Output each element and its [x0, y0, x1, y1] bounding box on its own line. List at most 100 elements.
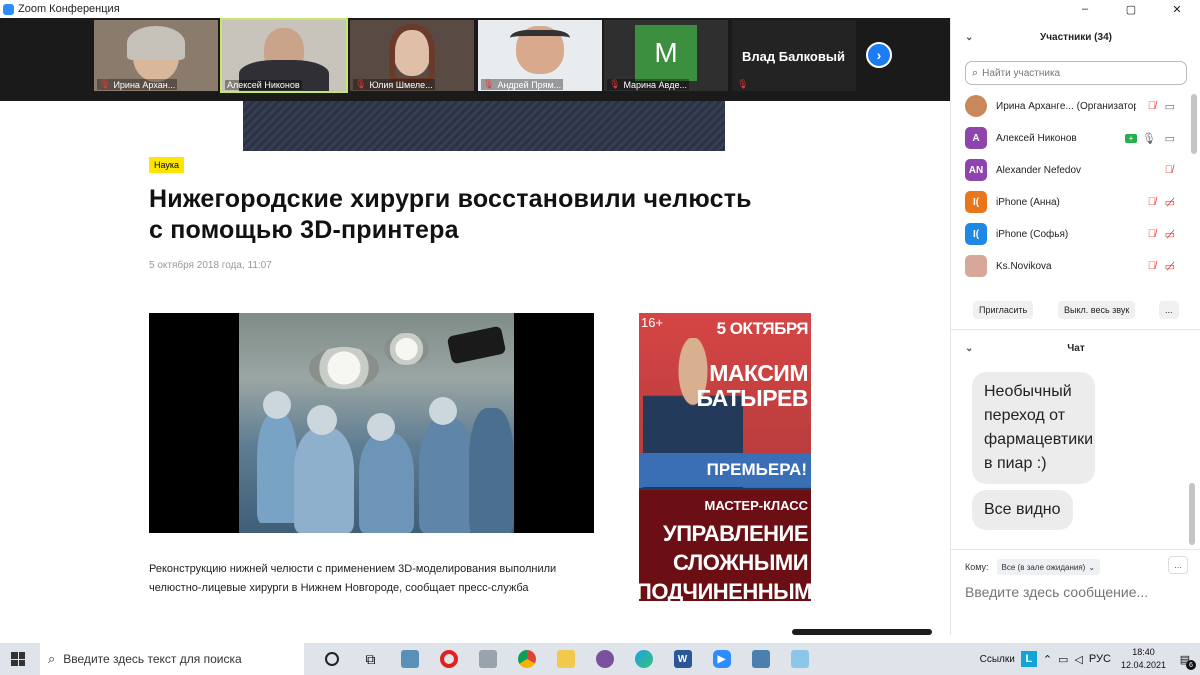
recipient-value: Все (в зале ожидания)	[1001, 562, 1086, 572]
maximize-button[interactable]: ▢	[1108, 0, 1154, 18]
video-tile[interactable]: 🎙 Ирина Архан...	[94, 20, 218, 91]
shared-screen: Наука Нижегородские хирурги восстановили…	[0, 101, 950, 635]
file-explorer-icon[interactable]	[546, 643, 585, 675]
participants-more-button[interactable]: ...	[1159, 301, 1179, 319]
surgeon-head	[307, 405, 337, 435]
tile-name-label: 🎙 Юлия Шмеле...	[353, 79, 435, 90]
camera-off-icon[interactable]: ▭̸	[1165, 228, 1175, 241]
paint-app-icon[interactable]	[780, 643, 819, 675]
dropdown-chevron-icon: ⌄	[1088, 562, 1096, 572]
scroll-thumb[interactable]	[1189, 483, 1195, 545]
participant-row[interactable]: AN Alexander Nefedov 🎙̸	[951, 154, 1187, 186]
invite-button[interactable]: Пригласить	[973, 301, 1034, 319]
chat-more-button[interactable]: ...	[1168, 556, 1188, 574]
participant-list: Ирина Архангe... (Организатор, я) 🎙̸ ▭ A…	[951, 90, 1187, 282]
mic-muted-icon[interactable]: 🎙̸	[1148, 196, 1156, 208]
mic-muted-icon[interactable]: 🎙̸	[1148, 260, 1156, 272]
participant-row[interactable]: Ирина Архангe... (Организатор, я) 🎙̸ ▭	[951, 90, 1187, 122]
search-icon: ⌕	[972, 66, 979, 79]
category-tag[interactable]: Наука	[149, 157, 185, 173]
chat-title: Чат	[1067, 342, 1085, 354]
ad-premiere: ПРЕМЬЕРА!	[639, 453, 811, 487]
edge-icon[interactable]	[624, 643, 663, 675]
window-controls: – ▢ ✕	[1062, 0, 1200, 18]
divider	[951, 549, 1200, 550]
chat-header: ⌄ Чат	[951, 338, 1200, 358]
minimize-button[interactable]: –	[1062, 0, 1108, 18]
ad-date: 5 ОКТЯБРЯ	[716, 319, 809, 338]
network-icon[interactable]: ▭	[1058, 653, 1068, 666]
screen-app-icon[interactable]	[741, 643, 780, 675]
avatar-letter: M	[635, 25, 697, 81]
tray-app-icon[interactable]: L	[1020, 651, 1037, 667]
mic-icon[interactable]: 🎙	[1142, 132, 1156, 145]
participant-row[interactable]: A Алексей Никонов + 🎙 ▭	[951, 122, 1187, 154]
scanner-app-icon[interactable]	[468, 643, 507, 675]
zoom-app-icon[interactable]: ▶	[702, 643, 741, 675]
recipient-dropdown[interactable]: Все (в зале ожидания) ⌄	[996, 559, 1101, 575]
camera-icon[interactable]: ▭	[1165, 100, 1175, 113]
mute-all-button[interactable]: Выкл. весь звук	[1058, 301, 1136, 319]
chat-message: Все видно	[972, 490, 1073, 530]
participant-row[interactable]: I( iPhone (Софья) 🎙̸ ▭̸	[951, 218, 1187, 250]
taskbar-search-placeholder: Введите здесь текст для поиска	[63, 652, 242, 666]
notification-count: 6	[1186, 660, 1196, 670]
next-page-arrow-icon[interactable]: ›	[866, 42, 892, 68]
language-indicator[interactable]: РУС	[1089, 653, 1111, 665]
surgeon-figure	[419, 418, 474, 533]
collapse-chevron-icon[interactable]: ⌄	[965, 32, 973, 43]
participants-scrollbar[interactable]	[1191, 86, 1197, 286]
photos-app-icon[interactable]	[390, 643, 429, 675]
participant-search-input[interactable]: ⌕ Найти участника	[965, 61, 1187, 85]
close-button[interactable]: ✕	[1154, 0, 1200, 18]
links-toolbar[interactable]: Ссылки	[980, 654, 1015, 665]
side-ad-poster[interactable]: 16+ 5 ОКТЯБРЯ МАКСИМ БАТЫРЕВ ПРЕМЬЕРА! М…	[639, 313, 811, 601]
scroll-thumb[interactable]	[1191, 94, 1197, 154]
camera-icon[interactable]: ▭	[1165, 132, 1175, 145]
windows-taskbar: ⌕ Введите здесь текст для поиска ⧉ W ▶ С…	[0, 643, 1200, 675]
participant-hair	[389, 24, 435, 84]
volume-icon[interactable]: ◁	[1074, 653, 1082, 666]
surgery-scene-image	[239, 313, 514, 533]
participant-avatar: AN	[965, 159, 987, 181]
camera-off-icon[interactable]: ▭̸	[1165, 260, 1175, 273]
chat-scrollbar[interactable]	[1189, 368, 1195, 548]
participant-row[interactable]: Ks.Novikova 🎙̸ ▭̸	[951, 250, 1187, 282]
ad-course-title: УПРАВЛЕНИЕ СЛОЖНЫМИ ПОДЧИНЕННЫМИ	[639, 521, 811, 601]
taskbar-search[interactable]: ⌕ Введите здесь текст для поиска	[40, 643, 304, 675]
mic-muted-icon[interactable]: 🎙̸	[1148, 100, 1156, 112]
camera-shape	[446, 325, 507, 365]
tile-name-center: Влад Балковый	[742, 49, 845, 64]
notification-center-icon[interactable]: ▤ 6	[1174, 648, 1196, 670]
opera-icon[interactable]	[429, 643, 468, 675]
share-scrollbar[interactable]	[792, 629, 932, 635]
mic-muted-icon[interactable]: 🎙̸	[1165, 164, 1173, 176]
participant-name: Alexander Nefedov	[996, 164, 1082, 176]
chat-input[interactable]	[965, 582, 1187, 602]
tile-name-label: Алексей Никонов	[225, 80, 302, 90]
participants-header: ⌄ Участники (34)	[951, 27, 1200, 47]
chevron-up-icon[interactable]: ⌃	[1043, 653, 1052, 666]
participant-row[interactable]: I( iPhone (Анна) 🎙̸ ▭̸	[951, 186, 1187, 218]
video-tile[interactable]: 🎙 Юлия Шмеле...	[350, 20, 474, 91]
word-icon[interactable]: W	[663, 643, 702, 675]
participant-hair	[127, 26, 185, 60]
windows-logo-icon	[11, 652, 25, 666]
mic-muted-icon[interactable]: 🎙̸	[1148, 228, 1156, 240]
chrome-icon[interactable]	[507, 643, 546, 675]
surgeon-figure	[469, 408, 514, 533]
video-tile-active-speaker[interactable]: Алексей Никонов	[220, 18, 348, 93]
top-ad-banner[interactable]	[243, 101, 725, 151]
start-button[interactable]	[0, 643, 36, 675]
camera-off-icon[interactable]: ▭̸	[1165, 196, 1175, 209]
video-tile[interactable]: Влад Балковый 🎙	[732, 20, 856, 91]
clock[interactable]: 18:40 12.04.2021	[1121, 646, 1166, 672]
participant-name: iPhone (Анна)	[996, 196, 1060, 208]
collapse-chevron-icon[interactable]: ⌄	[965, 343, 973, 354]
video-tile[interactable]: M 🎙 Марина Авде...	[604, 20, 728, 91]
participant-name: Алексей Никонов	[996, 132, 1077, 144]
cortana-icon[interactable]	[312, 643, 351, 675]
task-view-icon[interactable]: ⧉	[351, 643, 390, 675]
video-tile[interactable]: 🎙 Андрей Прям...	[478, 20, 602, 91]
viber-icon[interactable]	[585, 643, 624, 675]
